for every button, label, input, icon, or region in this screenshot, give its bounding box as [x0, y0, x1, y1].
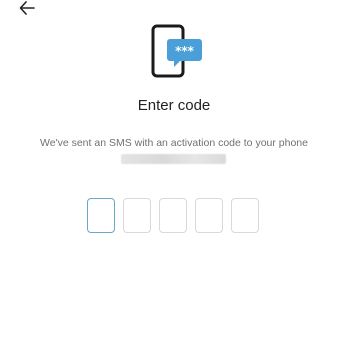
code-input [87, 198, 259, 233]
code-digit-2[interactable] [123, 198, 151, 233]
phone-sms-icon: *** [150, 24, 204, 80]
page-title: Enter code [137, 97, 211, 114]
arrow-left-icon [19, 0, 35, 20]
instruction-text: We've sent an SMS with an activation cod… [40, 137, 308, 149]
svg-text:***: *** [175, 44, 195, 58]
back-button[interactable] [14, 0, 40, 20]
code-digit-3[interactable] [159, 198, 187, 233]
code-digit-4[interactable] [195, 198, 223, 233]
code-digit-1[interactable] [87, 198, 115, 233]
phone-number [121, 154, 226, 164]
code-digit-5[interactable] [231, 198, 259, 233]
